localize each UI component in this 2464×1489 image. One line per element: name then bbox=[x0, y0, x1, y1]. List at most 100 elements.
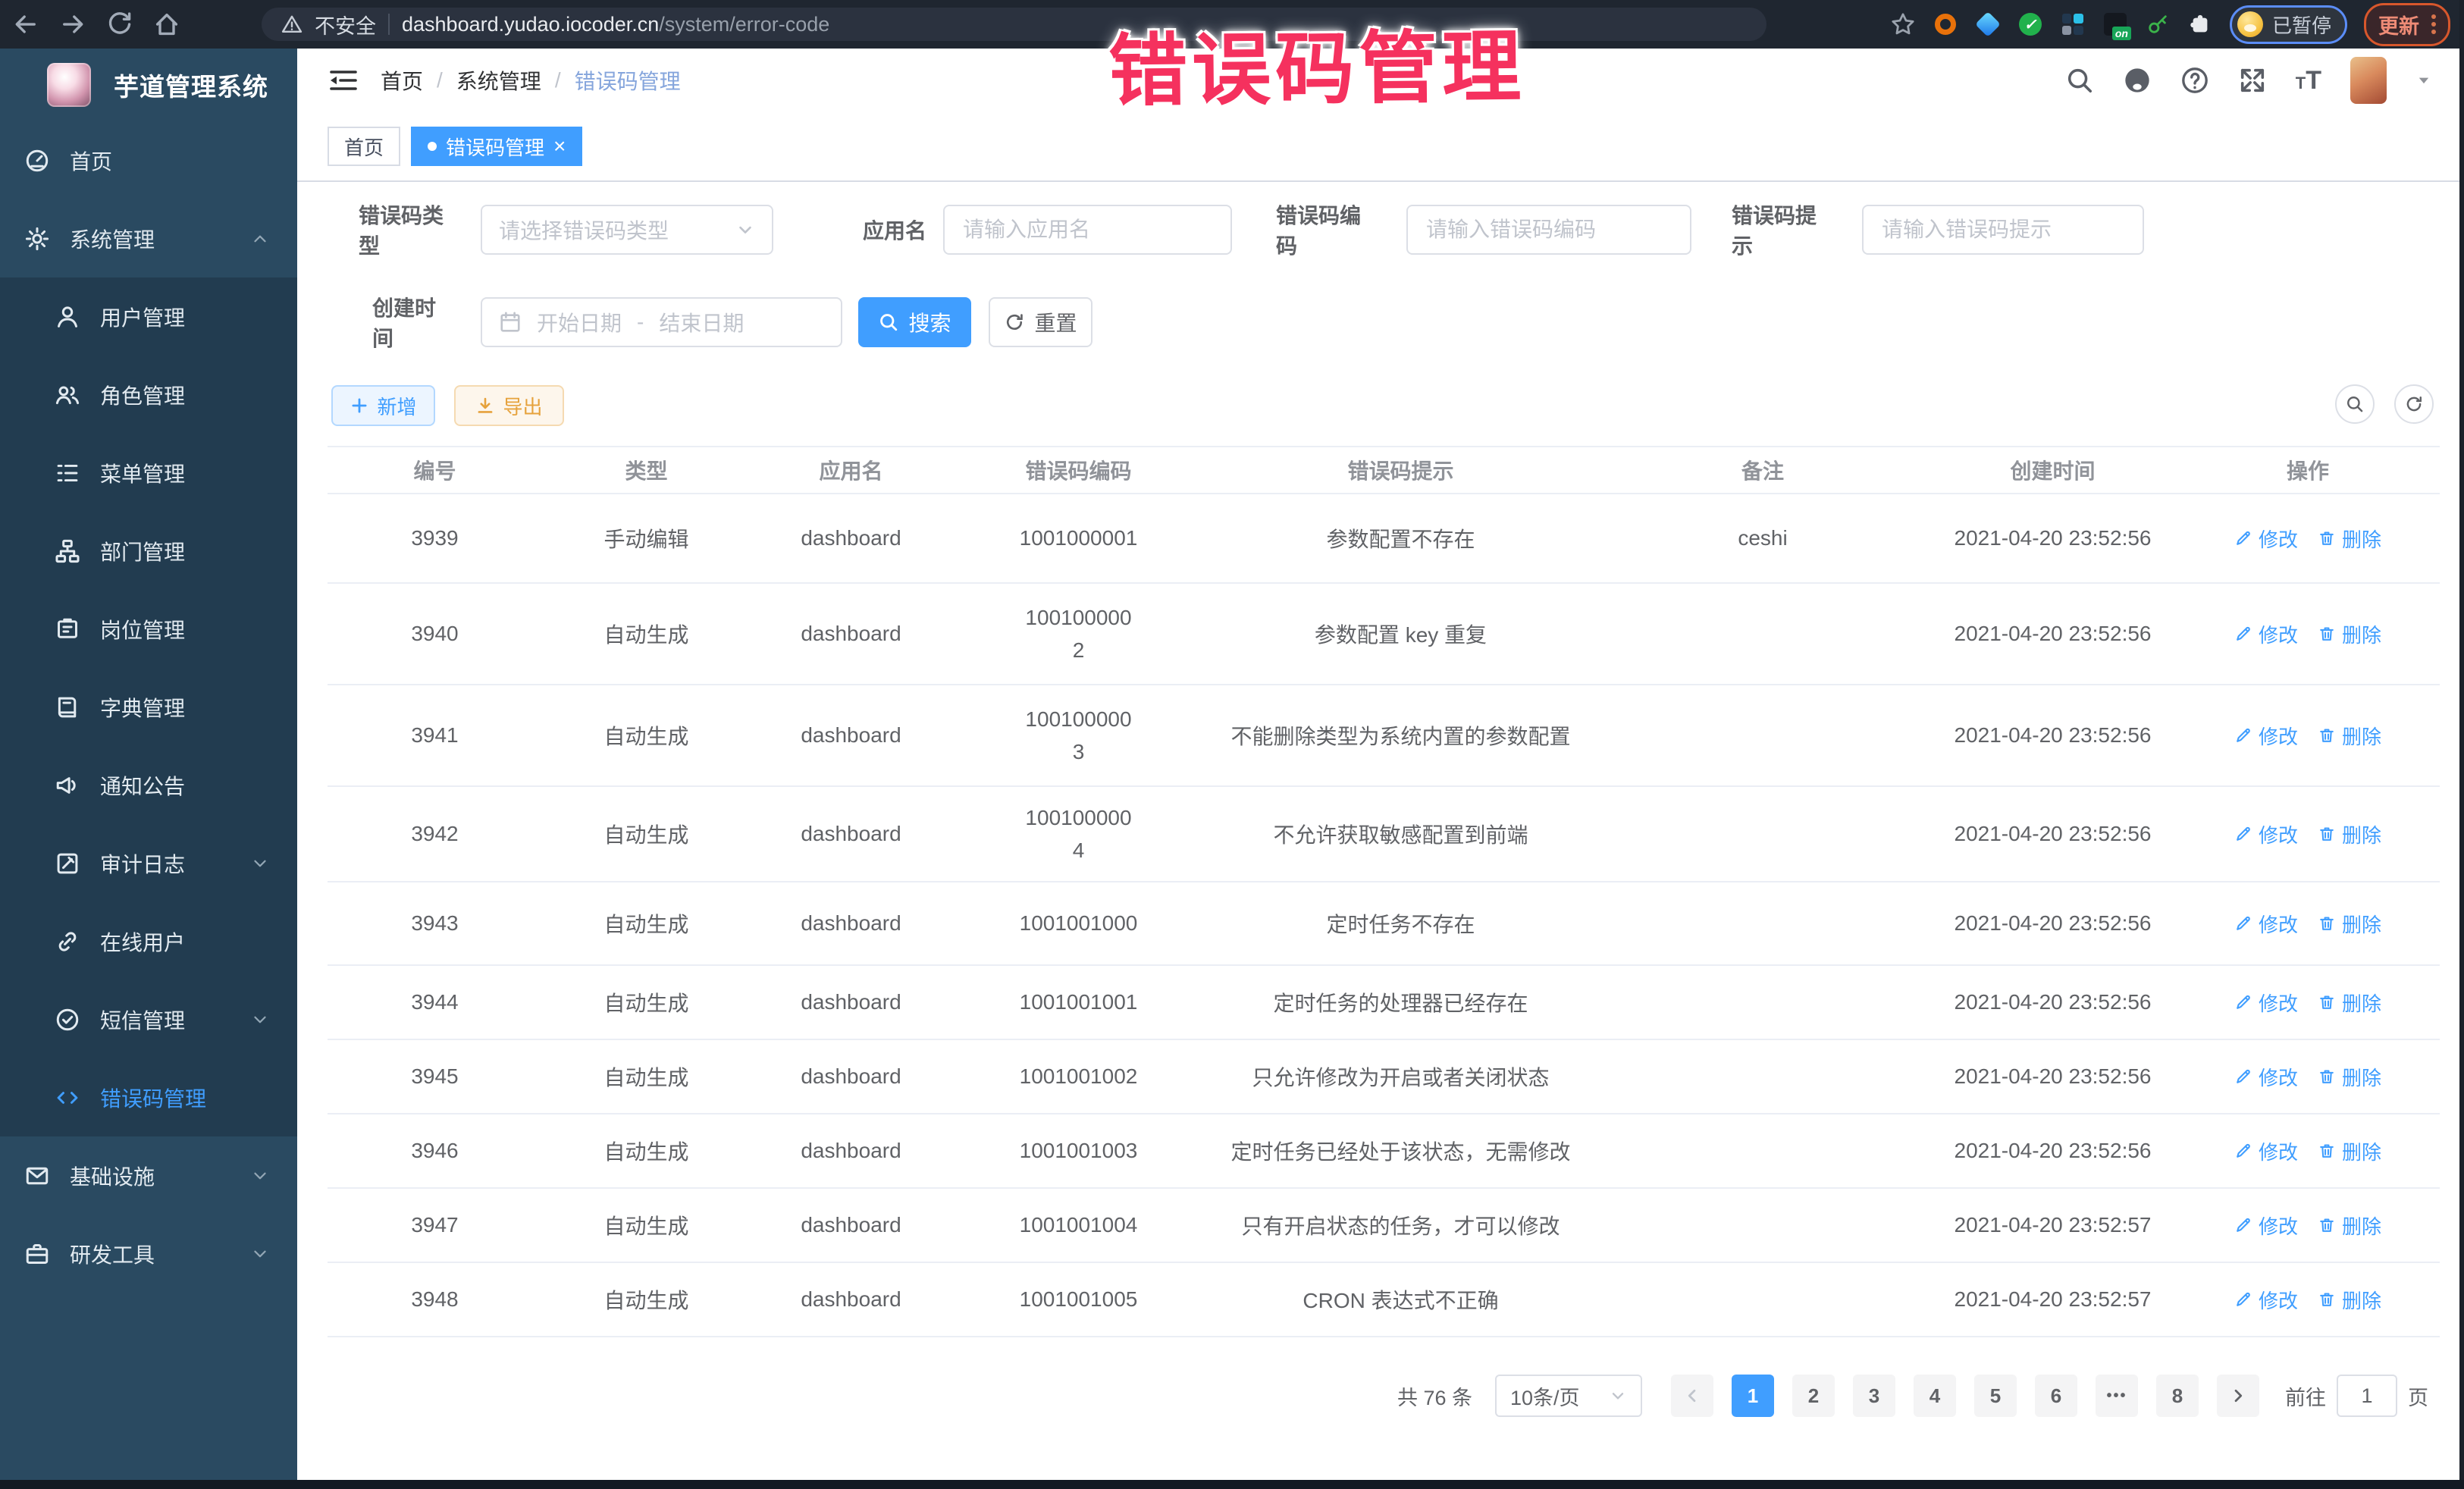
breadcrumb-item[interactable]: 首页 bbox=[381, 65, 423, 96]
delete-link[interactable]: 删除 bbox=[2318, 1063, 2381, 1091]
delete-link[interactable]: 删除 bbox=[2318, 620, 2381, 648]
page-button-2[interactable]: 2 bbox=[1792, 1375, 1835, 1417]
delete-link[interactable]: 删除 bbox=[2318, 910, 2381, 938]
header-search-icon[interactable] bbox=[2065, 66, 2094, 95]
cell-id: 3942 bbox=[328, 822, 542, 846]
help-icon[interactable] bbox=[2180, 66, 2209, 95]
close-tab-icon[interactable]: × bbox=[553, 136, 566, 157]
delete-link[interactable]: 删除 bbox=[2318, 1286, 2381, 1314]
sidebar-item-audit-log[interactable]: 审计日志 bbox=[0, 824, 297, 902]
breadcrumb-item[interactable]: 系统管理 bbox=[456, 65, 541, 96]
user-avatar[interactable] bbox=[2350, 57, 2387, 104]
extension-icon-orange[interactable] bbox=[1933, 11, 1958, 37]
sidebar-item-menu-management[interactable]: 菜单管理 bbox=[0, 434, 297, 512]
page-button-3[interactable]: 3 bbox=[1853, 1375, 1895, 1417]
security-label: 不安全 bbox=[315, 10, 376, 39]
edit-link[interactable]: 修改 bbox=[2234, 1137, 2298, 1165]
sidebar-item-label: 字典管理 bbox=[100, 692, 185, 723]
sidebar-item-user-management[interactable]: 用户管理 bbox=[0, 277, 297, 356]
extension-icon-key[interactable] bbox=[2145, 11, 2171, 37]
sidebar-item-post-management[interactable]: 岗位管理 bbox=[0, 590, 297, 668]
extensions-puzzle-icon[interactable] bbox=[2187, 11, 2213, 37]
bookmark-star-icon[interactable] bbox=[1890, 11, 1916, 37]
delete-link[interactable]: 删除 bbox=[2318, 525, 2381, 553]
sidebar-item-notice-announcement[interactable]: 通知公告 bbox=[0, 746, 297, 824]
sidebar-item-dev-tools[interactable]: 研发工具 bbox=[0, 1215, 297, 1293]
export-button[interactable]: 导出 bbox=[454, 385, 564, 426]
goto-page-input[interactable] bbox=[2337, 1375, 2397, 1417]
error-code-table: 编号类型应用名错误码编码错误码提示备注创建时间操作 3939 手动编辑 dash… bbox=[328, 446, 2440, 1337]
edit-link[interactable]: 修改 bbox=[2234, 1212, 2298, 1240]
page-button-6[interactable]: 6 bbox=[2035, 1375, 2077, 1417]
cell-app-name: dashboard bbox=[751, 1064, 951, 1089]
sidebar-item-online-users[interactable]: 在线用户 bbox=[0, 902, 297, 980]
app-name-input[interactable] bbox=[943, 205, 1232, 255]
sidebar-item-error-code-management[interactable]: 错误码管理 bbox=[0, 1058, 297, 1136]
sidebar-item-dept-management[interactable]: 部门管理 bbox=[0, 512, 297, 590]
refresh-table-button[interactable] bbox=[2394, 384, 2434, 424]
delete-link[interactable]: 删除 bbox=[2318, 1212, 2381, 1240]
extension-icon-green-check[interactable]: ✓ bbox=[2017, 11, 2043, 37]
page-size-select[interactable]: 10条/页 bbox=[1495, 1375, 1642, 1417]
edit-link[interactable]: 修改 bbox=[2234, 820, 2298, 848]
sidebar-item-infrastructure[interactable]: 基础设施 bbox=[0, 1136, 297, 1215]
page-button-4[interactable]: 4 bbox=[1914, 1375, 1956, 1417]
sidebar-item-dict-management[interactable]: 字典管理 bbox=[0, 668, 297, 746]
delete-link[interactable]: 删除 bbox=[2318, 989, 2381, 1017]
app-header: 首页/系统管理/错误码管理 TT bbox=[297, 49, 2464, 112]
browser-forward-icon[interactable] bbox=[59, 11, 86, 38]
browser-reload-icon[interactable] bbox=[106, 11, 133, 38]
delete-link[interactable]: 删除 bbox=[2318, 820, 2381, 848]
column-header: 备注 bbox=[1596, 455, 1930, 485]
edit-link[interactable]: 修改 bbox=[2234, 722, 2298, 750]
next-page-button[interactable] bbox=[2217, 1375, 2259, 1417]
browser-menu-dots-icon[interactable] bbox=[2431, 14, 2436, 34]
create-time-range-picker[interactable]: 开始日期 - 结束日期 bbox=[481, 297, 842, 347]
sidebar-item-system-management[interactable]: 系统管理 bbox=[0, 199, 297, 277]
error-hint-input[interactable] bbox=[1862, 205, 2144, 255]
address-bar[interactable]: 不安全 dashboard.yudao.iocoder.cn/system/er… bbox=[262, 8, 1766, 41]
edit-link[interactable]: 修改 bbox=[2234, 525, 2298, 553]
error-code-type-select[interactable]: 请选择错误码类型 bbox=[481, 205, 773, 255]
page-button-8[interactable]: 8 bbox=[2156, 1375, 2199, 1417]
page-button-5[interactable]: 5 bbox=[1974, 1375, 2017, 1417]
extension-icon-on-badge[interactable]: on bbox=[2102, 11, 2128, 37]
edit-link[interactable]: 修改 bbox=[2234, 989, 2298, 1017]
page-ellipsis-button[interactable]: ••• bbox=[2096, 1375, 2138, 1417]
edit-link[interactable]: 修改 bbox=[2234, 910, 2298, 938]
browser-back-icon[interactable] bbox=[12, 11, 39, 38]
font-size-icon[interactable]: TT bbox=[2296, 66, 2321, 96]
reset-button[interactable]: 重置 bbox=[989, 297, 1092, 347]
app-title: 芋道管理系统 bbox=[114, 67, 268, 103]
edit-link[interactable]: 修改 bbox=[2234, 1286, 2298, 1314]
extension-icon-grid[interactable] bbox=[2060, 11, 2086, 37]
extension-icon-gem[interactable] bbox=[1975, 11, 2001, 37]
edit-link[interactable]: 修改 bbox=[2234, 620, 2298, 648]
add-button[interactable]: 新增 bbox=[331, 385, 435, 426]
cell-error-hint: 定时任务不存在 bbox=[1205, 908, 1596, 939]
page-button-1[interactable]: 1 bbox=[1732, 1375, 1774, 1417]
toggle-search-button[interactable] bbox=[2335, 384, 2375, 424]
tab-error-code[interactable]: 错误码管理× bbox=[411, 127, 582, 166]
hamburger-icon[interactable] bbox=[329, 68, 358, 92]
delete-link[interactable]: 删除 bbox=[2318, 722, 2381, 750]
sidebar-item-home[interactable]: 首页 bbox=[0, 121, 297, 199]
error-code-icon bbox=[55, 1085, 80, 1111]
app-logo[interactable]: 芋道管理系统 bbox=[0, 49, 297, 121]
edit-link[interactable]: 修改 bbox=[2234, 1063, 2298, 1091]
prev-page-button[interactable] bbox=[1671, 1375, 1713, 1417]
browser-update-button[interactable]: 更新 bbox=[2364, 3, 2450, 46]
github-icon[interactable] bbox=[2123, 66, 2152, 95]
cell-error-hint: 定时任务已经处于该状态，无需修改 bbox=[1205, 1136, 1596, 1166]
error-code-input[interactable] bbox=[1406, 205, 1691, 255]
cell-created-time: 2021-04-20 23:52:57 bbox=[1930, 1287, 2176, 1312]
search-button[interactable]: 搜索 bbox=[858, 297, 971, 347]
sidebar-item-sms-management[interactable]: 短信管理 bbox=[0, 980, 297, 1058]
browser-profile-chip[interactable]: 已暂停 bbox=[2230, 5, 2347, 44]
tab-home[interactable]: 首页 bbox=[328, 127, 400, 166]
fullscreen-icon[interactable] bbox=[2238, 66, 2267, 95]
browser-home-icon[interactable] bbox=[153, 11, 180, 38]
caret-down-icon[interactable] bbox=[2415, 72, 2432, 89]
delete-link[interactable]: 删除 bbox=[2318, 1137, 2381, 1165]
sidebar-item-role-management[interactable]: 角色管理 bbox=[0, 356, 297, 434]
